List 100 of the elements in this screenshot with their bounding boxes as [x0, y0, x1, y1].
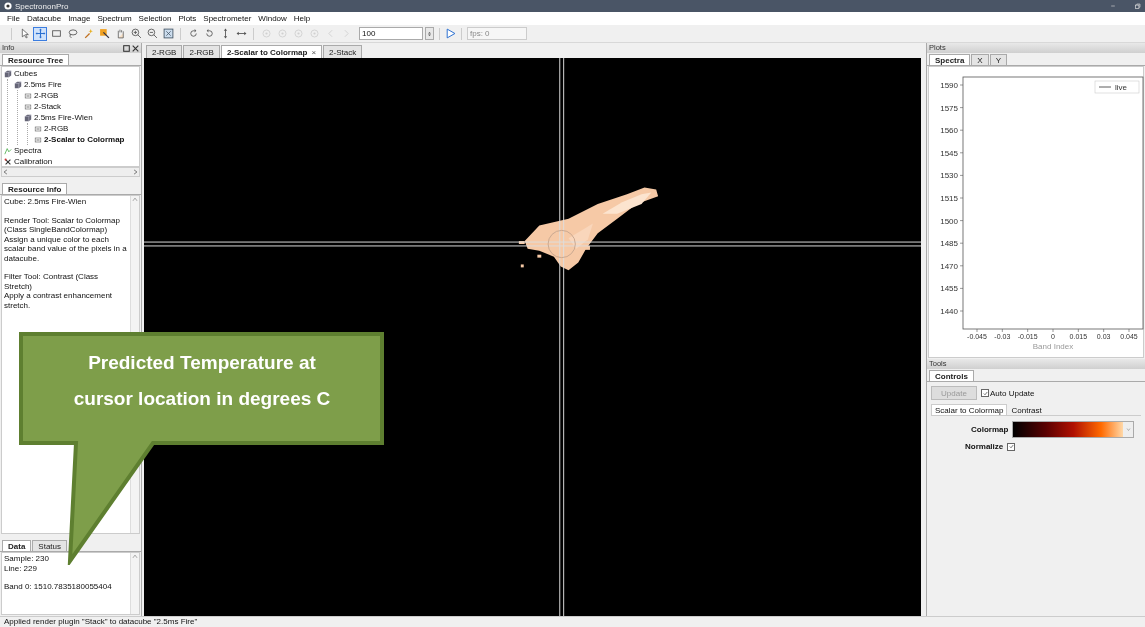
tool-button[interactable] [129, 26, 143, 41]
zoom-field[interactable]: 100 [359, 27, 423, 40]
tab[interactable]: Spectra [929, 54, 971, 65]
tab[interactable]: Y [989, 54, 1008, 65]
menu-item[interactable]: Help [293, 14, 311, 23]
document-tab[interactable]: 2-Stack [323, 45, 363, 58]
info-text: Filter Tool: Contrast (Class Stretch) Apply a contrast enhancement stretch. [4, 272, 114, 310]
rotate-right-icon [203, 28, 215, 39]
field-label: Normalize [965, 442, 1004, 451]
cube-icon [14, 80, 22, 89]
document-tab[interactable]: 2-Scalar to Colormap × [220, 45, 323, 58]
tab[interactable]: Controls [929, 370, 974, 381]
tree-item[interactable]: 2-RGB [34, 123, 137, 134]
y-tick-label: 1470 [940, 261, 958, 271]
y-tick-label: 1440 [940, 307, 958, 316]
zoom-out-icon [146, 28, 158, 39]
rectangle-select-icon [50, 28, 62, 39]
close-icon[interactable]: × [311, 46, 317, 58]
info-text: Band 0: 1510.7835180055404 [4, 582, 113, 592]
tree-item[interactable]: Cubes [4, 68, 137, 79]
color-picker-icon [98, 28, 110, 39]
axis-label: Band Index [1032, 342, 1074, 351]
tool-button[interactable] [161, 26, 175, 41]
circle-button-icon [260, 28, 272, 39]
tool-button[interactable] [145, 26, 159, 41]
move-icon [34, 28, 46, 39]
y-tick-label: 1515 [940, 194, 958, 203]
tree-item[interactable]: 2.5ms Fire-Wien [24, 112, 137, 123]
menu-item[interactable]: Image [68, 14, 91, 23]
fit-icon [162, 28, 174, 39]
cube-icon [4, 69, 12, 78]
y-tick-label: 1560 [940, 126, 958, 136]
y-tick-label: 1455 [940, 284, 958, 294]
cube-icon [24, 113, 32, 122]
spectrum-icon [4, 146, 12, 155]
scrollbar[interactable] [1, 167, 140, 177]
check-icon [1008, 444, 1014, 449]
tab[interactable]: Data [2, 540, 32, 551]
check-icon [982, 390, 988, 396]
tab[interactable]: Status [32, 540, 68, 551]
up-down-icon [427, 29, 432, 38]
restore-icon[interactable] [1134, 2, 1141, 10]
app-icon [4, 2, 12, 10]
tab[interactable]: Contrast [1007, 404, 1046, 415]
y-tick-label: 1530 [940, 171, 958, 181]
checkbox[interactable] [981, 389, 989, 397]
circle-button-icon [276, 28, 288, 39]
menu-item[interactable]: Spectrum [97, 14, 132, 23]
image-icon [24, 91, 32, 100]
circle-button-icon [292, 28, 304, 39]
field-label: Colormap [971, 425, 1009, 434]
menu-item[interactable]: Selection [138, 14, 172, 23]
colormap-dropdown[interactable] [1012, 421, 1135, 438]
rotate-left-icon [187, 28, 199, 39]
scrollbar[interactable] [130, 553, 139, 614]
y-tick-label: 1500 [940, 216, 958, 226]
tab[interactable]: Resource Tree [2, 54, 70, 65]
spin-button[interactable] [425, 27, 434, 40]
image-icon [24, 102, 32, 111]
float-icon[interactable] [123, 44, 130, 52]
y-tick-label: 1590 [940, 81, 958, 90]
tree-item[interactable]: Spectra [4, 145, 137, 156]
tool-button[interactable] [33, 26, 47, 41]
tab[interactable]: X [971, 54, 989, 65]
checkbox-label[interactable]: Auto Update [990, 388, 1035, 398]
image-icon [34, 135, 42, 144]
tab[interactable]: Scalar to Colormap [931, 404, 1008, 415]
play-icon[interactable] [445, 28, 456, 39]
tab[interactable]: Resource Info [2, 183, 68, 194]
callout-text: Predicted Temperature at cursor location in degrees C [72, 351, 332, 411]
menu-item[interactable]: Window [258, 14, 287, 23]
tool-button[interactable] [97, 26, 111, 41]
tree-item[interactable]: 2-Scalar to Colormap [34, 134, 137, 145]
menu-item[interactable]: Spectrometer [203, 14, 252, 23]
tree-item[interactable]: Calibration [4, 156, 137, 166]
window-title: SpectrononPro [15, 1, 69, 11]
info-text: Cube: 2.5ms Fire-Wien [4, 197, 88, 207]
y-tick-label: 1485 [940, 239, 958, 249]
menu-item[interactable]: File [7, 14, 20, 23]
tree-item[interactable]: 2-RGB [24, 90, 137, 101]
wand-icon [82, 28, 94, 39]
y-tick-label: 1575 [940, 103, 958, 113]
fps-field: fps: 0 [467, 27, 527, 40]
info-text: Sample: 230 Line: 229 [4, 554, 50, 573]
info-text: Render Tool: Scalar to Colormap (Class SingleBandColormap) Assign a unique color to each scalar band value of the pixels in a datacube. [4, 215, 128, 263]
tools-icon [4, 157, 12, 166]
menu-item[interactable]: Datacube [26, 14, 62, 23]
image-icon [34, 124, 42, 133]
document-tab[interactable]: 2-RGB [183, 45, 220, 58]
tree-item[interactable]: 2-Stack [24, 101, 137, 112]
legend: live [1094, 80, 1140, 94]
checkbox[interactable] [1007, 442, 1016, 451]
chevron-down-icon [1125, 427, 1131, 432]
menu-item[interactable]: Plots [178, 14, 197, 23]
zoom-in-icon [130, 28, 142, 39]
minimize-icon[interactable] [1109, 3, 1117, 9]
document-tab[interactable]: 2-RGB [146, 45, 183, 58]
close-icon[interactable] [132, 44, 139, 52]
tree-item[interactable]: 2.5ms Fire [14, 79, 137, 90]
y-tick-label: 1545 [940, 148, 958, 158]
